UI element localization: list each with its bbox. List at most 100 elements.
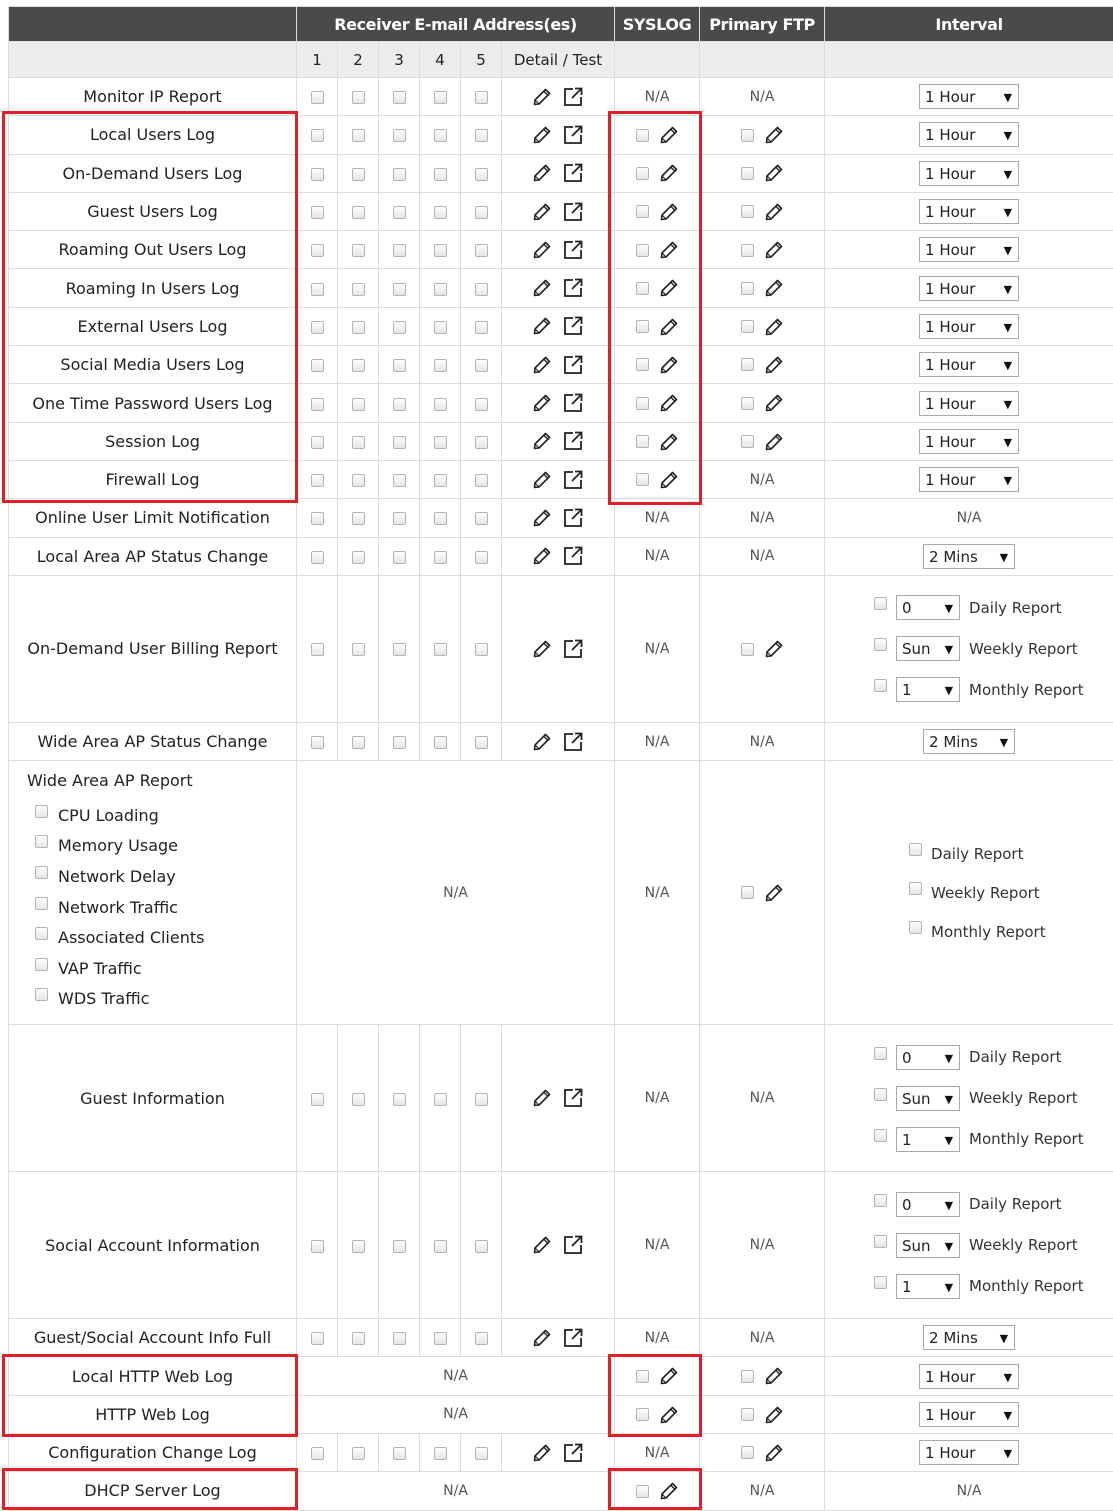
email-receiver-1-checkbox[interactable] (311, 512, 324, 525)
edit-syslog-icon[interactable] (659, 1481, 679, 1501)
edit-syslog-icon[interactable] (659, 470, 679, 490)
email-receiver-2-checkbox[interactable] (352, 129, 365, 142)
email-receiver-3-checkbox[interactable] (393, 321, 406, 334)
edit-ftp-icon[interactable] (764, 355, 784, 375)
email-receiver-2-checkbox[interactable] (352, 398, 365, 411)
email-receiver-5-checkbox[interactable] (475, 321, 488, 334)
email-receiver-1-checkbox[interactable] (311, 643, 324, 656)
email-receiver-4-checkbox[interactable] (434, 1240, 447, 1253)
email-receiver-1-checkbox[interactable] (311, 1093, 324, 1106)
email-receiver-4-checkbox[interactable] (434, 474, 447, 487)
interval-select[interactable]: 1 Hour▼ (919, 84, 1019, 109)
email-receiver-3-checkbox[interactable] (393, 168, 406, 181)
wide-area-item-checkbox[interactable] (35, 927, 48, 940)
email-receiver-2-checkbox[interactable] (352, 168, 365, 181)
email-receiver-1-checkbox[interactable] (311, 1447, 324, 1460)
email-receiver-3-checkbox[interactable] (393, 474, 406, 487)
email-receiver-5-checkbox[interactable] (475, 1093, 488, 1106)
syslog-checkbox[interactable] (636, 397, 649, 410)
syslog-checkbox[interactable] (636, 320, 649, 333)
email-receiver-4-checkbox[interactable] (434, 1093, 447, 1106)
monthly-day-select[interactable]: 1▼ (896, 1127, 960, 1152)
syslog-checkbox[interactable] (636, 358, 649, 371)
email-receiver-1-checkbox[interactable] (311, 283, 324, 296)
ftp-checkbox[interactable] (741, 1408, 754, 1421)
edit-syslog-icon[interactable] (659, 278, 679, 298)
interval-select[interactable]: 2 Mins▼ (923, 544, 1015, 569)
email-receiver-4-checkbox[interactable] (434, 512, 447, 525)
email-receiver-1-checkbox[interactable] (311, 206, 324, 219)
wide-area-item-checkbox[interactable] (35, 897, 48, 910)
external-link-icon[interactable] (562, 354, 584, 376)
interval-select[interactable]: 2 Mins▼ (923, 729, 1015, 754)
weekly-day-select[interactable]: Sun▼ (896, 1233, 960, 1258)
external-link-icon[interactable] (562, 507, 584, 529)
email-receiver-1-checkbox[interactable] (311, 168, 324, 181)
email-receiver-5-checkbox[interactable] (475, 551, 488, 564)
email-receiver-3-checkbox[interactable] (393, 283, 406, 296)
weekly-report-checkbox[interactable] (909, 882, 922, 895)
weekly-report-checkbox[interactable] (874, 1088, 887, 1101)
email-receiver-4-checkbox[interactable] (434, 398, 447, 411)
email-receiver-3-checkbox[interactable] (393, 436, 406, 449)
email-receiver-3-checkbox[interactable] (393, 736, 406, 749)
email-receiver-4-checkbox[interactable] (434, 736, 447, 749)
daily-hour-select[interactable]: 0▼ (896, 1045, 960, 1070)
email-receiver-2-checkbox[interactable] (352, 436, 365, 449)
email-receiver-3-checkbox[interactable] (393, 512, 406, 525)
email-receiver-1-checkbox[interactable] (311, 1332, 324, 1345)
email-receiver-2-checkbox[interactable] (352, 512, 365, 525)
email-receiver-4-checkbox[interactable] (434, 359, 447, 372)
email-receiver-2-checkbox[interactable] (352, 206, 365, 219)
email-receiver-1-checkbox[interactable] (311, 129, 324, 142)
email-receiver-2-checkbox[interactable] (352, 91, 365, 104)
monthly-report-checkbox[interactable] (874, 1129, 887, 1142)
edit-detail-icon[interactable] (532, 87, 552, 107)
edit-syslog-icon[interactable] (659, 1405, 679, 1425)
edit-detail-icon[interactable] (532, 316, 552, 336)
external-link-icon[interactable] (562, 1087, 584, 1109)
monthly-report-checkbox[interactable] (874, 679, 887, 692)
email-receiver-3-checkbox[interactable] (393, 91, 406, 104)
daily-report-checkbox[interactable] (874, 1194, 887, 1207)
email-receiver-4-checkbox[interactable] (434, 436, 447, 449)
edit-detail-icon[interactable] (532, 470, 552, 490)
daily-report-checkbox[interactable] (874, 1047, 887, 1060)
interval-select[interactable]: 1 Hour▼ (919, 199, 1019, 224)
monthly-day-select[interactable]: 1▼ (896, 677, 960, 702)
syslog-checkbox[interactable] (636, 1370, 649, 1383)
email-receiver-4-checkbox[interactable] (434, 129, 447, 142)
edit-syslog-icon[interactable] (659, 202, 679, 222)
email-receiver-3-checkbox[interactable] (393, 551, 406, 564)
monthly-day-select[interactable]: 1▼ (896, 1274, 960, 1299)
edit-detail-icon[interactable] (532, 546, 552, 566)
interval-select[interactable]: 1 Hour▼ (919, 1364, 1019, 1389)
email-receiver-1-checkbox[interactable] (311, 1240, 324, 1253)
external-link-icon[interactable] (562, 430, 584, 452)
ftp-checkbox[interactable] (741, 129, 754, 142)
syslog-checkbox[interactable] (636, 473, 649, 486)
email-receiver-4-checkbox[interactable] (434, 206, 447, 219)
wide-area-item-checkbox[interactable] (35, 958, 48, 971)
email-receiver-3-checkbox[interactable] (393, 1332, 406, 1345)
email-receiver-2-checkbox[interactable] (352, 359, 365, 372)
monthly-report-checkbox[interactable] (909, 921, 922, 934)
edit-ftp-icon[interactable] (764, 1443, 784, 1463)
daily-report-checkbox[interactable] (874, 597, 887, 610)
external-link-icon[interactable] (562, 1234, 584, 1256)
external-link-icon[interactable] (562, 1442, 584, 1464)
external-link-icon[interactable] (562, 86, 584, 108)
email-receiver-3-checkbox[interactable] (393, 244, 406, 257)
ftp-checkbox[interactable] (741, 1370, 754, 1383)
edit-detail-icon[interactable] (532, 1328, 552, 1348)
edit-syslog-icon[interactable] (659, 163, 679, 183)
email-receiver-4-checkbox[interactable] (434, 168, 447, 181)
edit-ftp-icon[interactable] (764, 125, 784, 145)
edit-syslog-icon[interactable] (659, 432, 679, 452)
syslog-checkbox[interactable] (636, 435, 649, 448)
edit-ftp-icon[interactable] (764, 202, 784, 222)
email-receiver-5-checkbox[interactable] (475, 168, 488, 181)
edit-ftp-icon[interactable] (764, 393, 784, 413)
email-receiver-2-checkbox[interactable] (352, 551, 365, 564)
email-receiver-2-checkbox[interactable] (352, 1093, 365, 1106)
